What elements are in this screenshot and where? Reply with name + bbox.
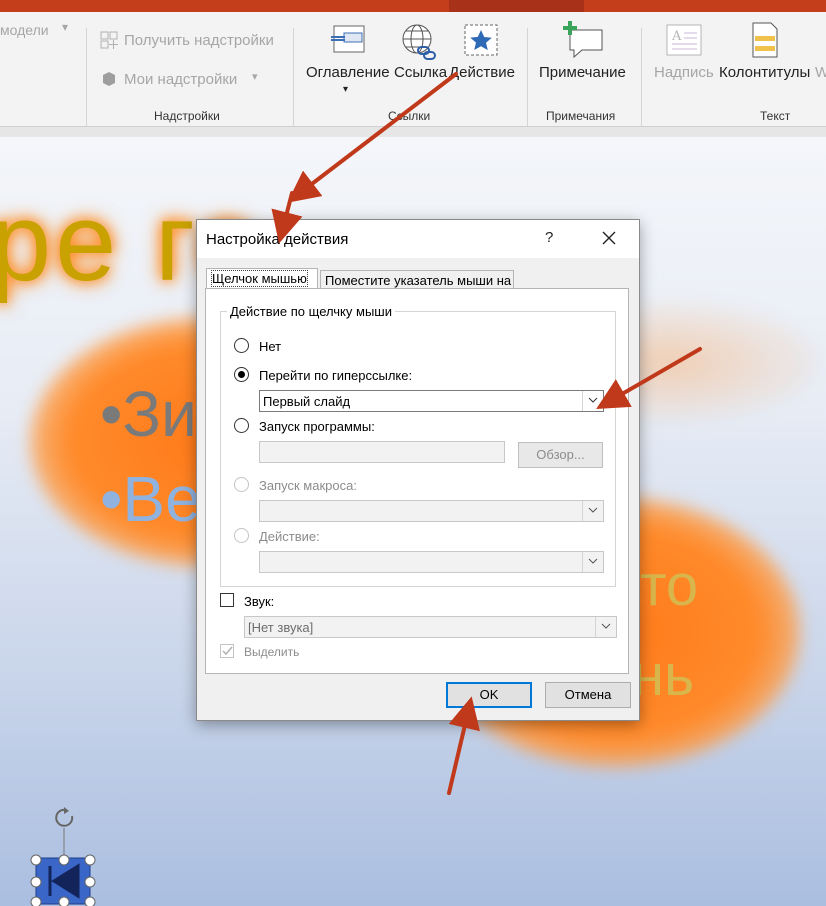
close-icon[interactable] <box>595 226 623 250</box>
textbox-button[interactable]: Надпись <box>654 64 714 81</box>
action-settings-dialog: Настройка действия ? Щелчок мышью Помест… <box>196 219 640 721</box>
group-label-links: Ссылки <box>388 109 431 123</box>
radio-none-label: Нет <box>259 339 282 354</box>
chevron-down-icon: ▾ <box>252 71 258 83</box>
action-star-icon <box>464 24 498 56</box>
slide-text[interactable]: нь <box>632 642 694 709</box>
sound-select-value: [Нет звука] <box>248 620 314 635</box>
header-footer-button[interactable]: Колонтитулы <box>719 64 810 81</box>
header-footer-icon <box>752 22 778 58</box>
addins-grid-icon <box>100 31 118 49</box>
highlight-checkbox[interactable] <box>220 644 234 658</box>
link-button[interactable]: Ссылка <box>394 64 447 81</box>
chevron-down-icon[interactable] <box>582 501 603 521</box>
help-button[interactable]: ? <box>545 229 553 246</box>
tab-panel: Действие по щелчку мыши Нет Перейти по г… <box>205 288 629 674</box>
radio-object-action-label: Действие: <box>259 529 320 544</box>
divider <box>527 28 528 134</box>
table-of-contents-icon <box>331 25 365 53</box>
slide-bullet[interactable]: •Зи <box>100 377 197 451</box>
tab-label: Поместите указатель мыши на <box>325 273 512 288</box>
ok-button[interactable]: OK <box>446 682 532 708</box>
object-action-select[interactable] <box>259 551 604 573</box>
ribbon: модели ▾ Получить надстройки Мои надстро… <box>0 12 826 134</box>
slide-bullet[interactable]: •Ве <box>100 462 201 536</box>
hyperlink-select-value: Первый слайд <box>263 394 351 409</box>
chevron-down-icon: ▾ <box>343 84 349 95</box>
tab-mouse-over[interactable]: Поместите указатель мыши на <box>320 270 514 290</box>
tab-mouse-click[interactable]: Щелчок мышью <box>206 268 318 289</box>
divider <box>293 28 294 134</box>
radio-hyperlink-label: Перейти по гиперссылке: <box>259 368 413 383</box>
ribbon-partial-label[interactable]: модели <box>0 22 49 38</box>
toc-button[interactable]: Оглавление <box>306 64 390 81</box>
radio-object-action[interactable] <box>234 528 249 543</box>
my-addins-icon <box>103 72 115 86</box>
textbox-icon: A <box>666 24 702 56</box>
macro-select[interactable] <box>259 500 604 522</box>
link-globe-icon <box>402 24 436 60</box>
divider <box>641 28 642 134</box>
highlight-label: Выделить <box>244 645 300 659</box>
comment-button[interactable]: Примечание <box>539 64 626 81</box>
dialog-title: Настройка действия <box>206 231 349 248</box>
radio-hyperlink[interactable] <box>234 367 249 382</box>
active-tab-highlight <box>449 0 584 12</box>
svg-text:A: A <box>671 29 682 44</box>
selected-action-button-shape[interactable] <box>28 806 100 906</box>
divider <box>86 28 87 134</box>
radio-run-macro[interactable] <box>234 477 249 492</box>
slide-text[interactable]: то <box>640 552 698 619</box>
radio-run-program[interactable] <box>234 418 249 433</box>
comment-icon <box>563 21 603 59</box>
radio-run-program-label: Запуск программы: <box>259 419 375 434</box>
cancel-button[interactable]: Отмена <box>545 682 631 708</box>
group-label: Действие по щелчку мыши <box>227 304 395 319</box>
wordart-button-partial[interactable]: W <box>815 64 826 81</box>
radio-run-macro-label: Запуск макроса: <box>259 478 357 493</box>
chevron-down-icon[interactable] <box>595 617 616 637</box>
tab-label: Щелчок мышью <box>211 270 308 287</box>
group-label-text: Текст <box>760 109 791 123</box>
app-title-bar <box>0 0 826 12</box>
chevron-down-icon: ▾ <box>62 20 69 34</box>
hyperlink-select[interactable]: Первый слайд <box>259 390 604 412</box>
group-label-comments: Примечания <box>546 109 616 123</box>
sound-checkbox[interactable] <box>220 593 234 607</box>
radio-none[interactable] <box>234 338 249 353</box>
chevron-down-icon[interactable] <box>582 391 603 411</box>
group-label-addins: Надстройки <box>154 109 220 123</box>
my-addins-button[interactable]: Мои надстройки <box>124 71 237 88</box>
get-addins-button[interactable]: Получить надстройки <box>124 32 274 49</box>
sound-label: Звук: <box>244 594 275 609</box>
chevron-down-icon[interactable] <box>582 552 603 572</box>
rotate-handle-icon[interactable] <box>55 807 74 827</box>
browse-button[interactable]: Обзор... <box>518 442 603 468</box>
sound-select[interactable]: [Нет звука] <box>244 616 617 638</box>
action-button[interactable]: Действие <box>449 64 515 81</box>
program-path-input[interactable] <box>259 441 505 463</box>
